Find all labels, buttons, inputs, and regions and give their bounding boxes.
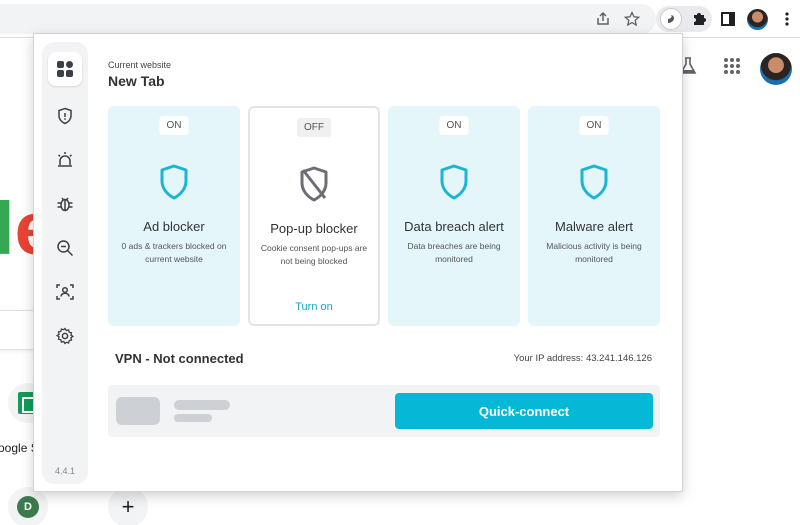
bug-icon — [57, 197, 73, 212]
malware-alert-card[interactable]: ON Malware alert Malicious activity is b… — [528, 106, 660, 326]
account-avatar[interactable] — [760, 53, 792, 85]
nav-settings[interactable] — [51, 322, 79, 350]
status-badge[interactable]: ON — [579, 116, 609, 135]
quick-connect-button[interactable]: Quick-connect — [395, 393, 653, 429]
card-title: Data breach alert — [404, 219, 504, 234]
card-description: 0 ads & trackers blocked on current webs… — [121, 241, 227, 264]
card-description: Malicious activity is being monitored — [546, 241, 642, 264]
person-scan-icon — [56, 284, 74, 300]
add-shortcut-button[interactable]: + — [108, 487, 148, 525]
turn-on-link[interactable]: Turn on — [250, 301, 378, 313]
nav-identity[interactable] — [51, 278, 79, 306]
dashboard-icon — [57, 61, 73, 77]
shield-off-icon — [300, 166, 328, 202]
nav-search[interactable] — [51, 234, 79, 262]
vpn-location-panel: Quick-connect — [108, 385, 660, 437]
nav-alert[interactable] — [51, 146, 79, 174]
card-title: Malware alert — [554, 219, 634, 234]
shield-icon — [58, 107, 72, 125]
search-zoom-icon — [57, 240, 74, 257]
flag-placeholder — [116, 397, 160, 425]
popup-blocker-card[interactable]: OFF Pop-up blocker Cookie consent pop-up… — [248, 106, 380, 326]
shield-icon — [440, 164, 468, 200]
apps-grid-icon[interactable] — [722, 56, 742, 81]
status-badge[interactable]: OFF — [297, 118, 331, 137]
more-menu-icon[interactable] — [777, 9, 797, 29]
card-description: Cookie consent pop-ups are not being blo… — [260, 243, 368, 266]
share-icon[interactable] — [593, 9, 613, 29]
sidebar-nav: 4.4.1 — [42, 42, 88, 484]
card-title: Pop-up blocker — [270, 221, 358, 236]
extension-popup: 4.4.1 Current website New Tab ON Ad bloc… — [33, 33, 683, 492]
status-badge[interactable]: ON — [159, 116, 189, 135]
surfshark-extension-icon[interactable] — [660, 8, 682, 30]
location-placeholder — [174, 400, 230, 410]
shortcut-d-letter: D — [17, 496, 39, 518]
card-description: Data breaches are being monitored — [407, 241, 501, 264]
puzzle-icon[interactable] — [689, 9, 709, 29]
version-label: 4.4.1 — [54, 466, 76, 476]
shield-icon — [160, 164, 188, 200]
nav-shield[interactable] — [51, 102, 79, 130]
shield-icon — [580, 164, 608, 200]
card-title: Ad blocker — [143, 219, 205, 234]
shortcut-d[interactable]: D — [8, 487, 48, 525]
nav-antivirus[interactable] — [51, 190, 79, 218]
ad-blocker-card[interactable]: ON Ad blocker 0 ads & trackers blocked o… — [108, 106, 240, 326]
alarm-icon — [58, 152, 72, 167]
nav-dashboard[interactable] — [48, 52, 82, 86]
side-panel-icon[interactable] — [718, 9, 738, 29]
ip-address: Your IP address: 43.241.146.126 — [513, 353, 652, 364]
gear-icon — [56, 327, 74, 345]
current-website-label: Current website — [108, 60, 172, 70]
current-website-title: New Tab — [108, 73, 165, 89]
location-placeholder-sub — [174, 414, 212, 422]
data-breach-alert-card[interactable]: ON Data breach alert Data breaches are b… — [388, 106, 520, 326]
star-icon[interactable] — [622, 9, 642, 29]
status-badge[interactable]: ON — [439, 116, 469, 135]
address-bar[interactable] — [0, 4, 656, 34]
profile-avatar[interactable] — [747, 9, 768, 30]
vpn-status-title: VPN - Not connected — [115, 351, 244, 366]
